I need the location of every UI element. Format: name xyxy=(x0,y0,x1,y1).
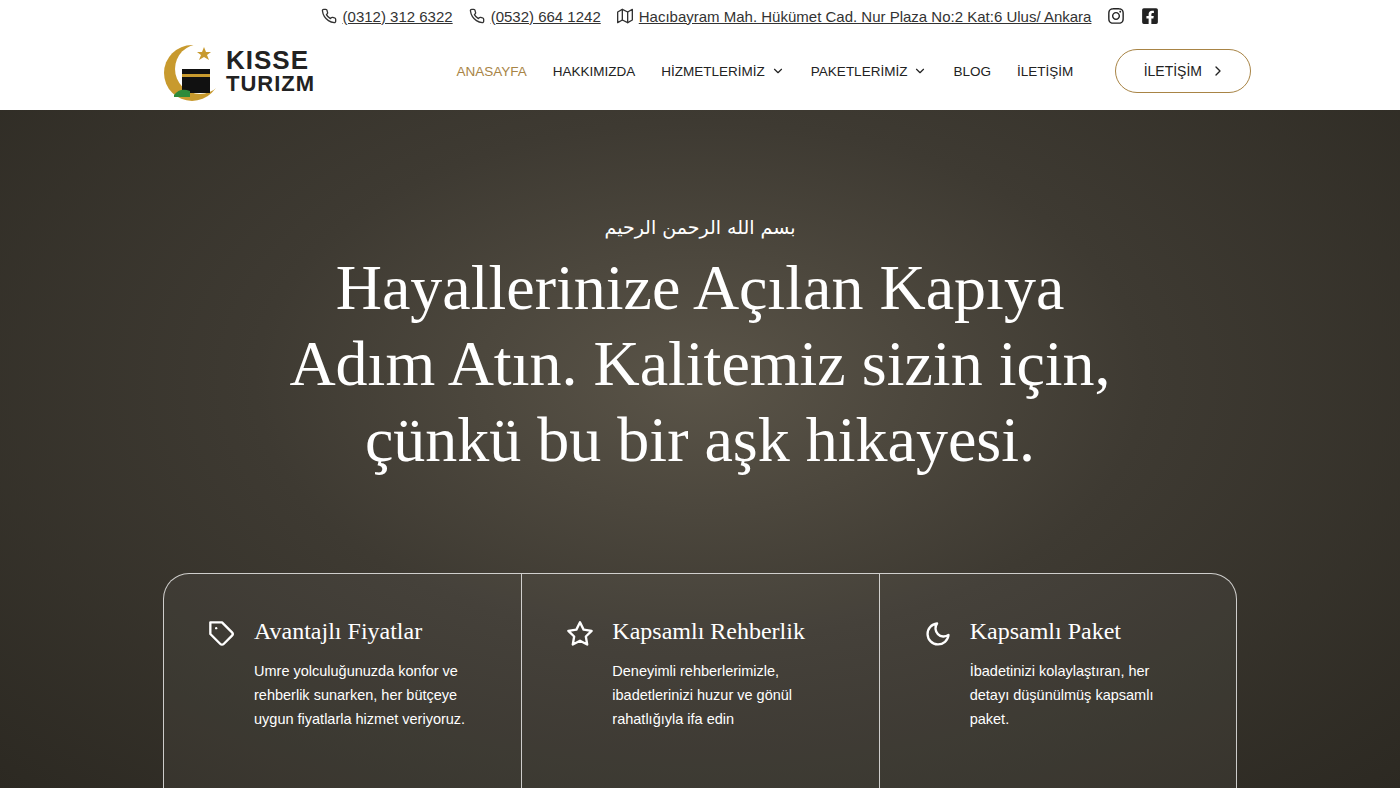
instagram-icon xyxy=(1107,7,1125,25)
feature-card: Avantajlı Fiyatlar Umre yolculuğunuzda ko… xyxy=(164,574,521,788)
logo[interactable]: KISSETURIZM xyxy=(160,39,315,103)
phone-icon xyxy=(321,8,337,24)
feature-title: Avantajlı Fiyatlar xyxy=(254,618,474,645)
chevron-down-icon xyxy=(771,64,785,78)
page: (0312) 312 6322 (0532) 664 1242 Hacıbayram… xyxy=(0,0,1400,788)
feature-card: Kapsamlı Rehberlik Deneyimli rehberlerimi… xyxy=(521,574,878,788)
tag-icon xyxy=(208,618,236,788)
logo-name: KISSE xyxy=(226,47,315,73)
nav-item[interactable]: ANASAYFA xyxy=(457,64,527,79)
nav-item[interactable]: HİZMETLERİMİZ xyxy=(661,64,785,79)
facebook-link[interactable] xyxy=(1141,7,1159,25)
chevron-right-icon xyxy=(1210,63,1226,79)
feature-title: Kapsamlı Paket xyxy=(970,618,1190,645)
chevron-down-icon xyxy=(913,64,927,78)
phone-link[interactable]: (0312) 312 6322 xyxy=(321,8,453,25)
nav-item[interactable]: BLOG xyxy=(953,64,991,79)
feature-title: Kapsamlı Rehberlik xyxy=(612,618,832,645)
feature-text: Umre yolculuğunuzda konfor ve rehberlik … xyxy=(254,659,474,731)
map-icon xyxy=(617,8,633,24)
feature-text: Deneyimli rehberlerimizle, ibadetleriniz… xyxy=(612,659,832,731)
nav-item[interactable]: PAKETLERİMİZ xyxy=(811,64,928,79)
nav-item[interactable]: HAKKIMIZDA xyxy=(553,64,636,79)
bismillah: بسم الله الرحمن الرحيم xyxy=(605,216,796,238)
hero: بسم الله الرحمن الرحيم Hayallerinize Açıl… xyxy=(0,110,1400,788)
logo-text: KISSETURIZM xyxy=(226,47,315,95)
features: Avantajlı Fiyatlar Umre yolculuğunuzda ko… xyxy=(163,573,1237,788)
hero-headline: Hayallerinize Açılan Kapıya Adım Atın. K… xyxy=(260,250,1140,478)
nav-bar: KISSETURIZM ANASAYFA HAKKIMIZDA HİZMETLERİM… xyxy=(0,32,1400,110)
instagram-link[interactable] xyxy=(1107,7,1125,25)
top-bar: (0312) 312 6322 (0532) 664 1242 Hacıbayram… xyxy=(0,0,1400,32)
phone-icon xyxy=(469,8,485,24)
facebook-icon xyxy=(1141,7,1159,25)
star-icon xyxy=(566,618,594,788)
contact-button[interactable]: İLETİŞİM xyxy=(1115,49,1251,93)
address-link[interactable]: Hacıbayram Mah. Hükümet Cad. Nur Plaza N… xyxy=(617,8,1092,25)
nav-item[interactable]: İLETİŞİM xyxy=(1017,64,1073,79)
logo-subtitle: TURIZM xyxy=(226,73,315,95)
moon-icon xyxy=(924,618,952,788)
feature-card: Kapsamlı Paket İbadetinizi kolaylaştıran,… xyxy=(879,574,1236,788)
logo-icon xyxy=(160,39,224,103)
nav-menu: ANASAYFA HAKKIMIZDA HİZMETLERİMİZ PAKETLERİ… xyxy=(457,64,1074,79)
mobile-link[interactable]: (0532) 664 1242 xyxy=(469,8,601,25)
feature-text: İbadetinizi kolaylaştıran, her detayı dü… xyxy=(970,659,1190,731)
